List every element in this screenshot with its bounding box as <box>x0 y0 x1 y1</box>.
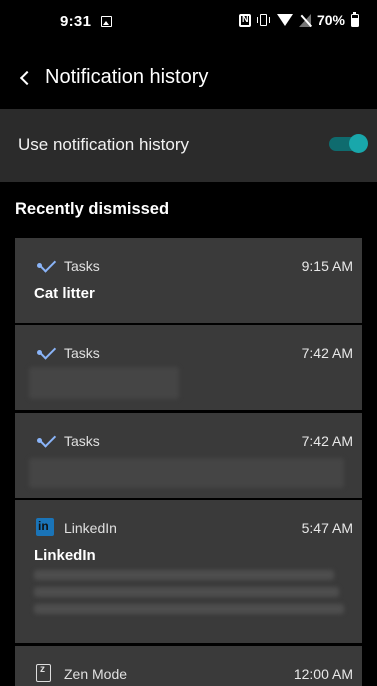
tasks-icon <box>36 433 54 447</box>
battery-icon <box>351 11 359 27</box>
notification-card[interactable]: Tasks 9:15 AM Cat litter <box>15 238 362 323</box>
notification-card[interactable]: Tasks 7:42 AM <box>15 413 362 498</box>
redacted-content <box>34 587 339 597</box>
notification-app-name: Tasks <box>64 433 100 449</box>
nfc-icon <box>238 13 251 27</box>
status-time: 9:31 <box>60 13 92 30</box>
redacted-content <box>29 458 344 488</box>
notification-card[interactable]: LinkedIn 5:47 AM LinkedIn <box>15 500 362 643</box>
notification-card[interactable]: Zen Mode 12:00 AM <box>15 646 362 686</box>
vibrate-icon <box>256 13 271 27</box>
toggle-thumb <box>349 134 368 153</box>
linkedin-icon <box>36 518 54 536</box>
tasks-icon <box>36 345 54 359</box>
notification-title: Cat litter <box>34 285 95 302</box>
use-notification-history-row[interactable]: Use notification history <box>0 109 377 182</box>
signal-icon <box>298 13 311 27</box>
status-icons: 70% <box>238 11 359 28</box>
top-app-bar: Notification history <box>0 52 377 102</box>
battery-percent: 70% <box>316 12 345 28</box>
notification-title: LinkedIn <box>34 547 96 564</box>
redacted-content <box>34 570 334 580</box>
notification-app-name: Tasks <box>64 345 100 361</box>
notification-time: 7:42 AM <box>301 345 353 361</box>
page-title: Notification history <box>45 66 209 88</box>
use-notification-history-label: Use notification history <box>18 135 190 154</box>
redacted-content <box>29 367 179 399</box>
tasks-icon <box>36 258 54 272</box>
redacted-content <box>34 604 344 614</box>
image-icon <box>101 16 112 27</box>
zen-mode-icon <box>36 664 51 682</box>
notification-app-name: LinkedIn <box>64 520 117 536</box>
use-notification-history-toggle[interactable] <box>329 134 368 153</box>
wifi-icon <box>276 14 293 26</box>
section-header-recently-dismissed: Recently dismissed <box>15 200 170 218</box>
notification-time: 7:42 AM <box>301 433 353 449</box>
notification-app-name: Tasks <box>64 258 100 274</box>
back-arrow-icon[interactable] <box>14 61 38 93</box>
notification-time: 9:15 AM <box>301 258 353 274</box>
status-bar: 9:31 70% <box>0 0 377 44</box>
notification-card[interactable]: Tasks 7:42 AM <box>15 325 362 410</box>
notification-time: 5:47 AM <box>301 520 353 536</box>
